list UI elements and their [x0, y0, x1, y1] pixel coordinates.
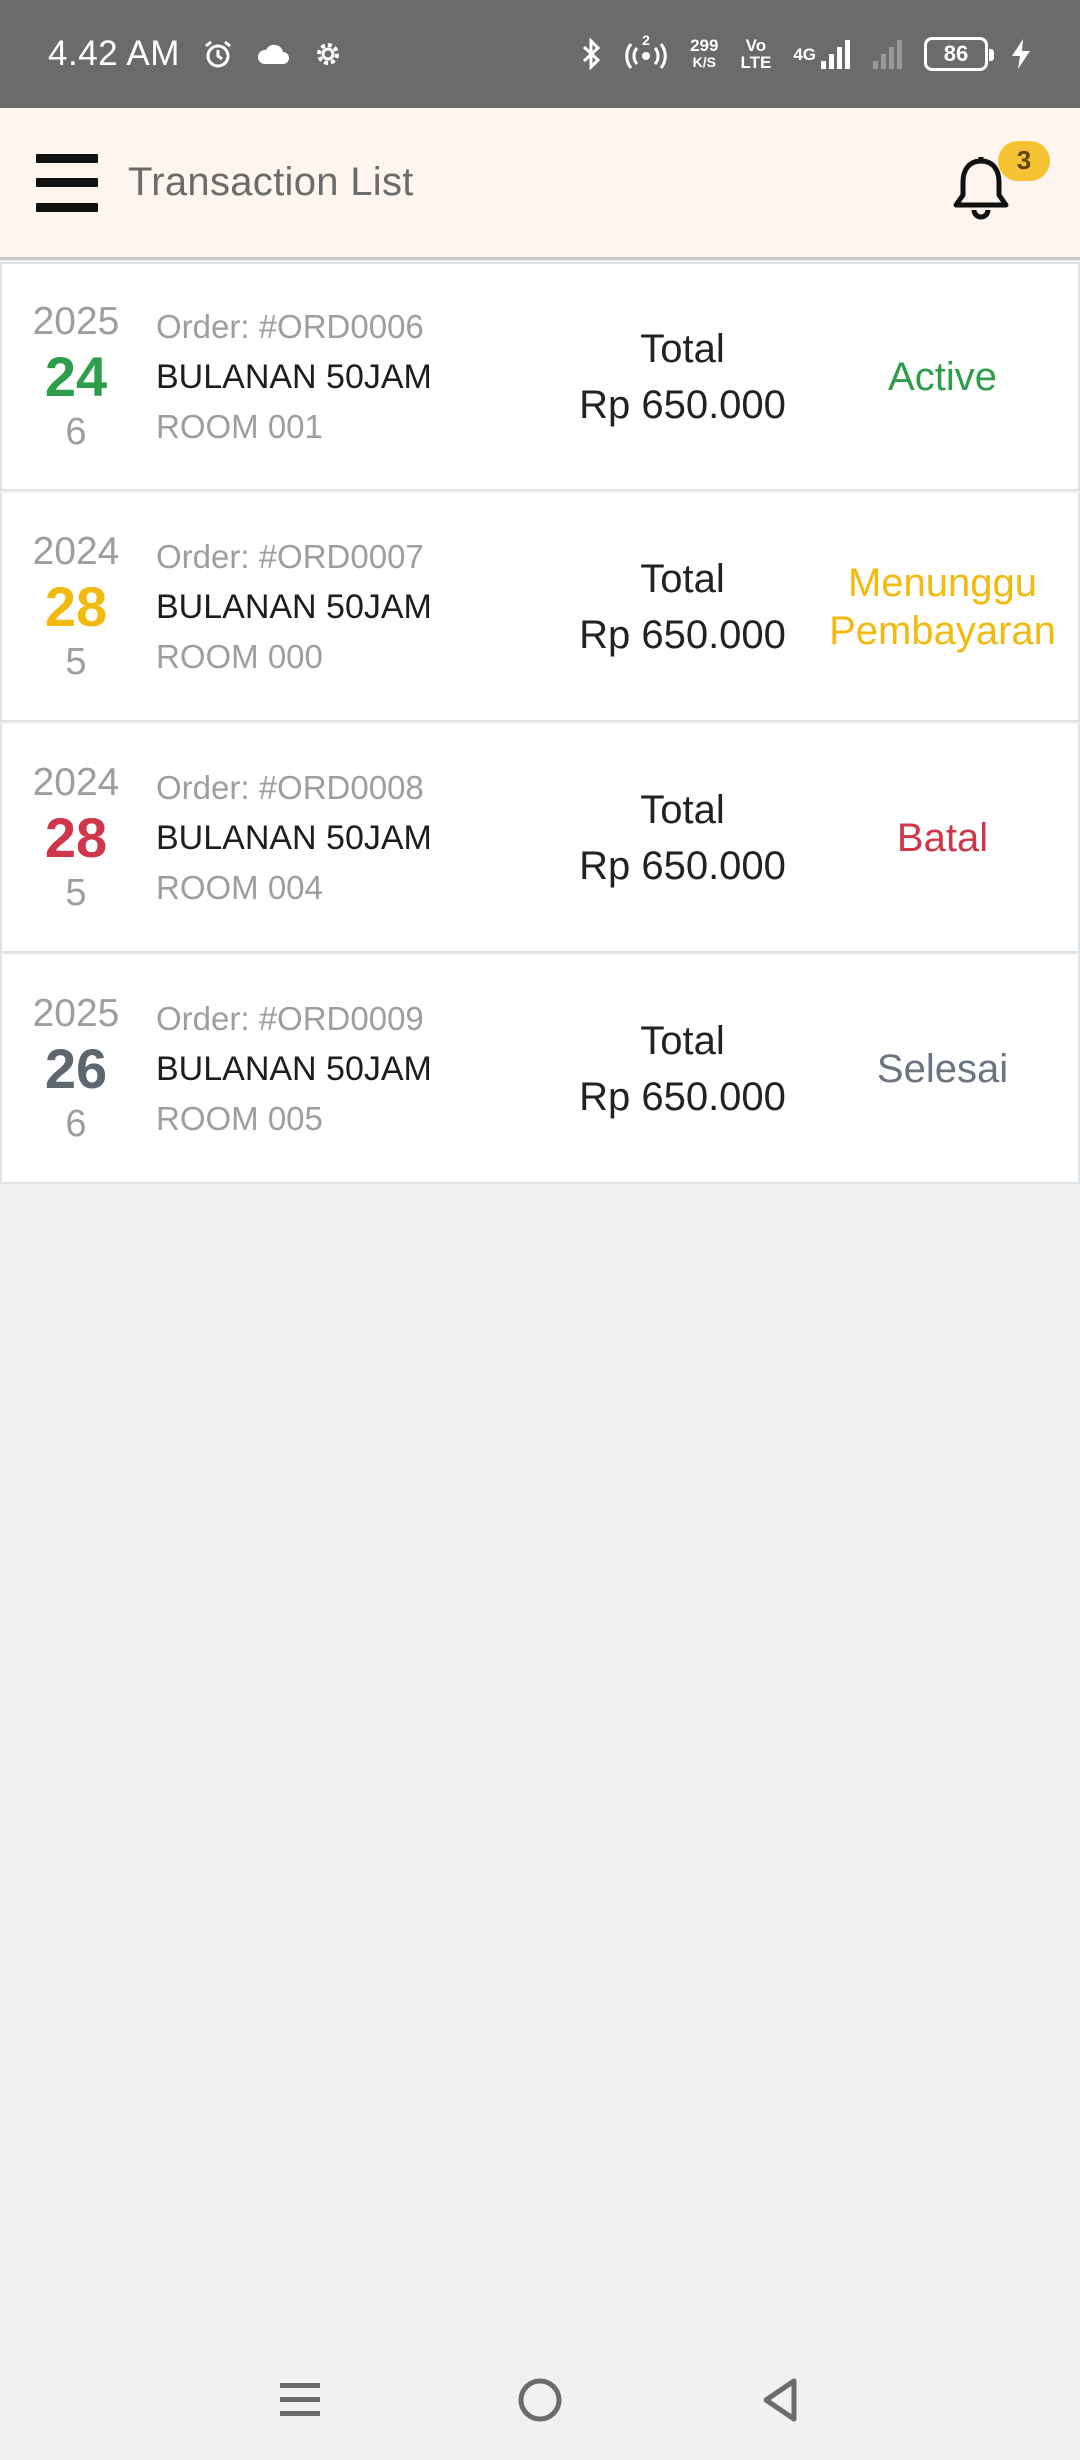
total-label: Total	[640, 556, 725, 601]
bluetooth-icon	[580, 38, 602, 70]
room-name: ROOM 001	[156, 407, 323, 445]
date-block: 2025 24 6	[2, 299, 150, 455]
order-info: Order: #ORD0008 BULANAN 50JAM ROOM 004	[150, 763, 550, 913]
date-month: 6	[65, 1102, 87, 1145]
transaction-row[interactable]: 2024 28 5 Order: #ORD0008 BULANAN 50JAM …	[0, 724, 1080, 953]
order-number: Order: #ORD0009	[156, 999, 424, 1037]
total-amount: Rp 650.000	[579, 843, 786, 888]
package-name: BULANAN 50JAM	[156, 357, 432, 396]
back-icon[interactable]	[740, 2360, 820, 2440]
status-bar-right: 2 299 K/S Vo LTE 4G 86	[580, 32, 1032, 71]
notification-badge: 3	[998, 140, 1050, 181]
order-number: Order: #ORD0007	[156, 537, 424, 575]
hotspot-count: 2	[642, 32, 650, 48]
total-amount: Rp 650.000	[579, 612, 786, 657]
signal-strength-weak-icon	[872, 39, 902, 69]
total-block: Total Rp 650.000	[550, 321, 815, 433]
date-month: 6	[65, 410, 87, 453]
order-number: Order: #ORD0008	[156, 768, 424, 806]
volte-top: Vo	[745, 36, 767, 55]
network-type: 4G	[793, 44, 816, 64]
battery-indicator: 86	[924, 37, 994, 71]
transaction-row[interactable]: 2024 28 5 Order: #ORD0007 BULANAN 50JAM …	[0, 493, 1080, 722]
status-bar: 4.42 AM 2 299 K/S Vo LTE 4G 86	[0, 0, 1080, 108]
room-name: ROOM 005	[156, 1099, 323, 1137]
date-year: 2025	[32, 299, 120, 343]
app-bar: Transaction List 3	[0, 108, 1080, 260]
date-year: 2025	[32, 991, 120, 1035]
date-year: 2024	[32, 529, 120, 573]
status-badge: Batal	[896, 815, 989, 860]
cloud-icon	[256, 42, 290, 66]
total-label: Total	[640, 1018, 725, 1063]
status-line-1: Menunggu	[847, 560, 1038, 605]
package-name: BULANAN 50JAM	[156, 1049, 432, 1088]
network-speed: 299 K/S	[690, 37, 718, 71]
status-badge: Active	[888, 354, 997, 399]
network-speed-unit: K/S	[692, 54, 716, 70]
total-block: Total Rp 650.000	[550, 1013, 815, 1125]
cell-signal-4g: 4G	[793, 39, 850, 69]
hotspot-icon: 2	[624, 32, 668, 70]
date-block: 2024 28 5	[2, 529, 150, 685]
clock: 4.42 AM	[48, 34, 180, 73]
home-icon[interactable]	[500, 2360, 580, 2440]
transaction-row[interactable]: 2025 24 6 Order: #ORD0006 BULANAN 50JAM …	[0, 262, 1080, 491]
date-year: 2024	[32, 760, 120, 804]
package-name: BULANAN 50JAM	[156, 587, 432, 626]
status-badge: Menunggu Pembayaran	[815, 559, 1078, 655]
package-name: BULANAN 50JAM	[156, 818, 432, 857]
charging-bolt-icon	[1010, 38, 1032, 70]
total-label: Total	[640, 787, 725, 832]
transaction-row[interactable]: 2025 26 6 Order: #ORD0009 BULANAN 50JAM …	[0, 955, 1080, 1184]
date-day: 28	[44, 805, 108, 869]
status-bar-left: 4.42 AM	[48, 34, 344, 74]
total-block: Total Rp 650.000	[550, 551, 815, 663]
date-month: 5	[65, 640, 87, 683]
date-month: 5	[65, 871, 87, 914]
date-block: 2024 28 5	[2, 760, 150, 916]
order-info: Order: #ORD0007 BULANAN 50JAM ROOM 000	[150, 532, 550, 682]
total-label: Total	[640, 326, 725, 371]
date-day: 26	[44, 1036, 108, 1100]
room-name: ROOM 004	[156, 868, 323, 906]
page-title: Transaction List	[128, 160, 414, 204]
volte-indicator: Vo LTE	[740, 37, 771, 71]
order-info: Order: #ORD0006 BULANAN 50JAM ROOM 001	[150, 302, 550, 452]
status-line-2: Pembayaran	[829, 608, 1056, 653]
status-badge: Selesai	[876, 1046, 1009, 1091]
date-day: 28	[44, 574, 108, 638]
volte-bottom: LTE	[740, 53, 772, 72]
transaction-list: 2025 24 6 Order: #ORD0006 BULANAN 50JAM …	[0, 262, 1080, 1186]
network-speed-value: 299	[690, 36, 719, 55]
date-day: 24	[44, 344, 108, 408]
total-amount: Rp 650.000	[579, 382, 786, 427]
order-info: Order: #ORD0009 BULANAN 50JAM ROOM 005	[150, 994, 550, 1144]
total-block: Total Rp 650.000	[550, 782, 815, 894]
room-name: ROOM 000	[156, 637, 323, 675]
hamburger-menu-icon[interactable]	[36, 152, 98, 214]
order-number: Order: #ORD0006	[156, 307, 424, 345]
signal-strength-icon	[821, 40, 850, 69]
recent-apps-icon[interactable]	[260, 2360, 340, 2440]
alarm-icon	[202, 38, 234, 70]
date-block: 2025 26 6	[2, 991, 150, 1147]
settings-gear-icon	[312, 38, 344, 70]
total-amount: Rp 650.000	[579, 1074, 786, 1119]
notification-button[interactable]: 3	[944, 140, 1050, 223]
system-navigation-bar	[0, 2340, 1080, 2460]
